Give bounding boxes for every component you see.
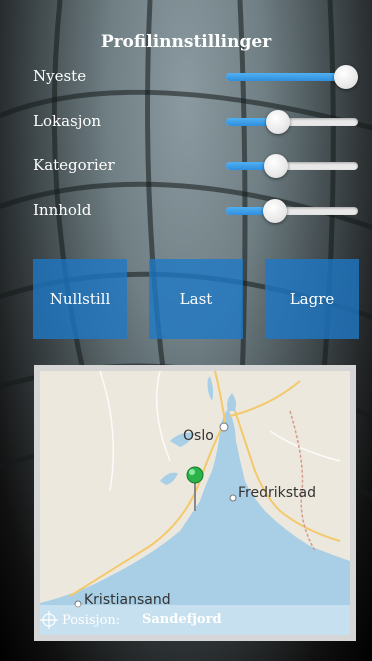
setting-label: Lokasjon: [33, 112, 102, 130]
save-button[interactable]: Lagre: [265, 259, 359, 339]
slider-knob[interactable]: [265, 110, 290, 134]
position-label: Posisjon:: [62, 613, 121, 628]
setting-row-location: Lokasjon: [33, 108, 363, 138]
city-label-fredrikstad: Fredrikstad: [238, 485, 316, 501]
city-label-oslo: Oslo: [183, 428, 214, 444]
map-view[interactable]: Oslo Fredrikstad Kristiansand Posisjon: …: [40, 371, 350, 635]
load-button[interactable]: Last: [149, 259, 243, 339]
setting-row-categories: Kategorier: [33, 152, 363, 182]
position-value: Sandefjord: [142, 612, 222, 627]
setting-label: Innhold: [33, 201, 92, 219]
setting-row-newest: Nyeste: [33, 63, 363, 93]
page-title: Profilinnstillinger: [100, 32, 272, 52]
slider-knob[interactable]: [334, 65, 358, 89]
setting-label: Nyeste: [33, 67, 87, 85]
position-bar: Posisjon: Sandefjord: [40, 605, 350, 635]
reset-button[interactable]: Nullstill: [33, 259, 127, 339]
slider-knob[interactable]: [262, 199, 287, 223]
content-slider[interactable]: [226, 199, 358, 223]
slider-knob[interactable]: [263, 154, 288, 178]
newest-slider[interactable]: [226, 65, 358, 89]
categories-slider[interactable]: [226, 154, 358, 178]
map-frame: Oslo Fredrikstad Kristiansand Posisjon: …: [34, 365, 356, 641]
profile-settings-screen: Profilinnstillinger Nyeste Lokasjon Kate…: [0, 0, 372, 661]
setting-row-content: Innhold: [33, 197, 363, 227]
slider-fill: [226, 73, 346, 81]
setting-label: Kategorier: [33, 156, 115, 174]
location-slider[interactable]: [226, 110, 358, 134]
locate-crosshair-icon[interactable]: [40, 611, 58, 629]
